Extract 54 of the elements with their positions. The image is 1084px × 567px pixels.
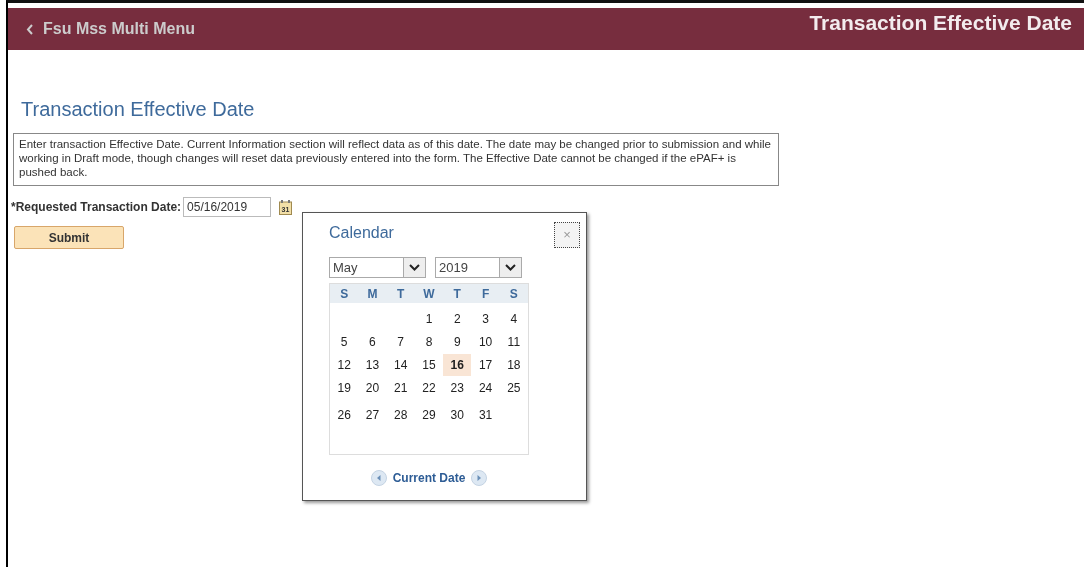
weekday-label: M — [366, 285, 379, 303]
calendar-day[interactable]: 6 — [358, 330, 387, 353]
weekday-label: T — [396, 285, 406, 303]
date-field[interactable]: 05/16/2019 — [183, 197, 272, 217]
calendar-day[interactable]: 31 — [471, 403, 500, 426]
instructions-text: Enter transaction Effective Date. Current Information section will reflect data as of this date. The date may be changed prior to submission and while working in Draft mode, though changes will reset data previously entered into the form. The Effective Date cannot be changed if the ePAF+ is pushed back. — [13, 133, 779, 186]
submit-button[interactable]: Submit — [14, 226, 124, 249]
calendar-day[interactable]: 25 — [499, 376, 528, 399]
calendar-day[interactable]: 27 — [358, 403, 387, 426]
calendar-day[interactable]: 24 — [471, 376, 500, 399]
page-title: Transaction Effective Date — [21, 97, 256, 122]
calendar-day[interactable]: 4 — [499, 307, 528, 330]
weekday-label: F — [480, 285, 491, 303]
previous-icon[interactable] — [370, 470, 387, 486]
calendar-day[interactable]: 21 — [386, 376, 415, 399]
calendar-day[interactable]: 16 — [443, 353, 472, 376]
header-title: Transaction Effective Date — [809, 10, 1072, 37]
calendar-day[interactable]: 9 — [443, 330, 472, 353]
calendar-day[interactable]: 30 — [443, 403, 472, 426]
calendar-day[interactable]: 12 — [330, 353, 359, 376]
calendar-day[interactable]: 10 — [471, 330, 500, 353]
calendar-day[interactable]: 17 — [471, 353, 500, 376]
calendar-day[interactable]: 20 — [358, 376, 387, 399]
back-icon — [26, 23, 33, 35]
weekday-label: T — [452, 285, 462, 303]
current-date-link[interactable]: Current Date — [392, 469, 466, 487]
year-dropdown[interactable]: 2019 — [435, 257, 522, 278]
caret-icon — [409, 264, 420, 271]
calendar-day[interactable]: 15 — [414, 353, 444, 376]
calendar-day[interactable]: 28 — [386, 403, 415, 426]
calendar-day[interactable]: 23 — [443, 376, 472, 399]
weekday-label: S — [339, 285, 350, 303]
calendar-day[interactable]: 19 — [330, 376, 359, 399]
calendar-day[interactable]: 26 — [330, 403, 359, 426]
calendar-day[interactable]: 29 — [414, 403, 444, 426]
weekday-label: S — [508, 285, 519, 303]
calendar-day[interactable]: 14 — [386, 353, 415, 376]
calendar-day[interactable]: 13 — [358, 353, 387, 376]
calendar-day[interactable]: 1 — [414, 307, 444, 330]
calendar-day[interactable]: 3 — [471, 307, 500, 330]
weekday-label: W — [422, 285, 436, 303]
calendar-day[interactable]: 2 — [443, 307, 472, 330]
calendar-title: Calendar — [329, 223, 394, 243]
calendar-day[interactable]: 11 — [499, 330, 528, 353]
calendar-day[interactable]: 18 — [499, 353, 528, 376]
calendar-day[interactable]: 5 — [330, 330, 359, 353]
field-label: *Requested Transaction Date: — [11, 199, 182, 216]
back-link[interactable]: Fsu Mss Multi Menu — [26, 17, 195, 41]
calendar-day[interactable]: 22 — [414, 376, 444, 399]
month-dropdown[interactable]: May — [329, 257, 426, 278]
calendar-day[interactable]: 7 — [386, 330, 415, 353]
calendar-day[interactable]: 8 — [414, 330, 444, 353]
next-icon[interactable] — [471, 470, 488, 486]
caret-icon — [505, 264, 516, 271]
